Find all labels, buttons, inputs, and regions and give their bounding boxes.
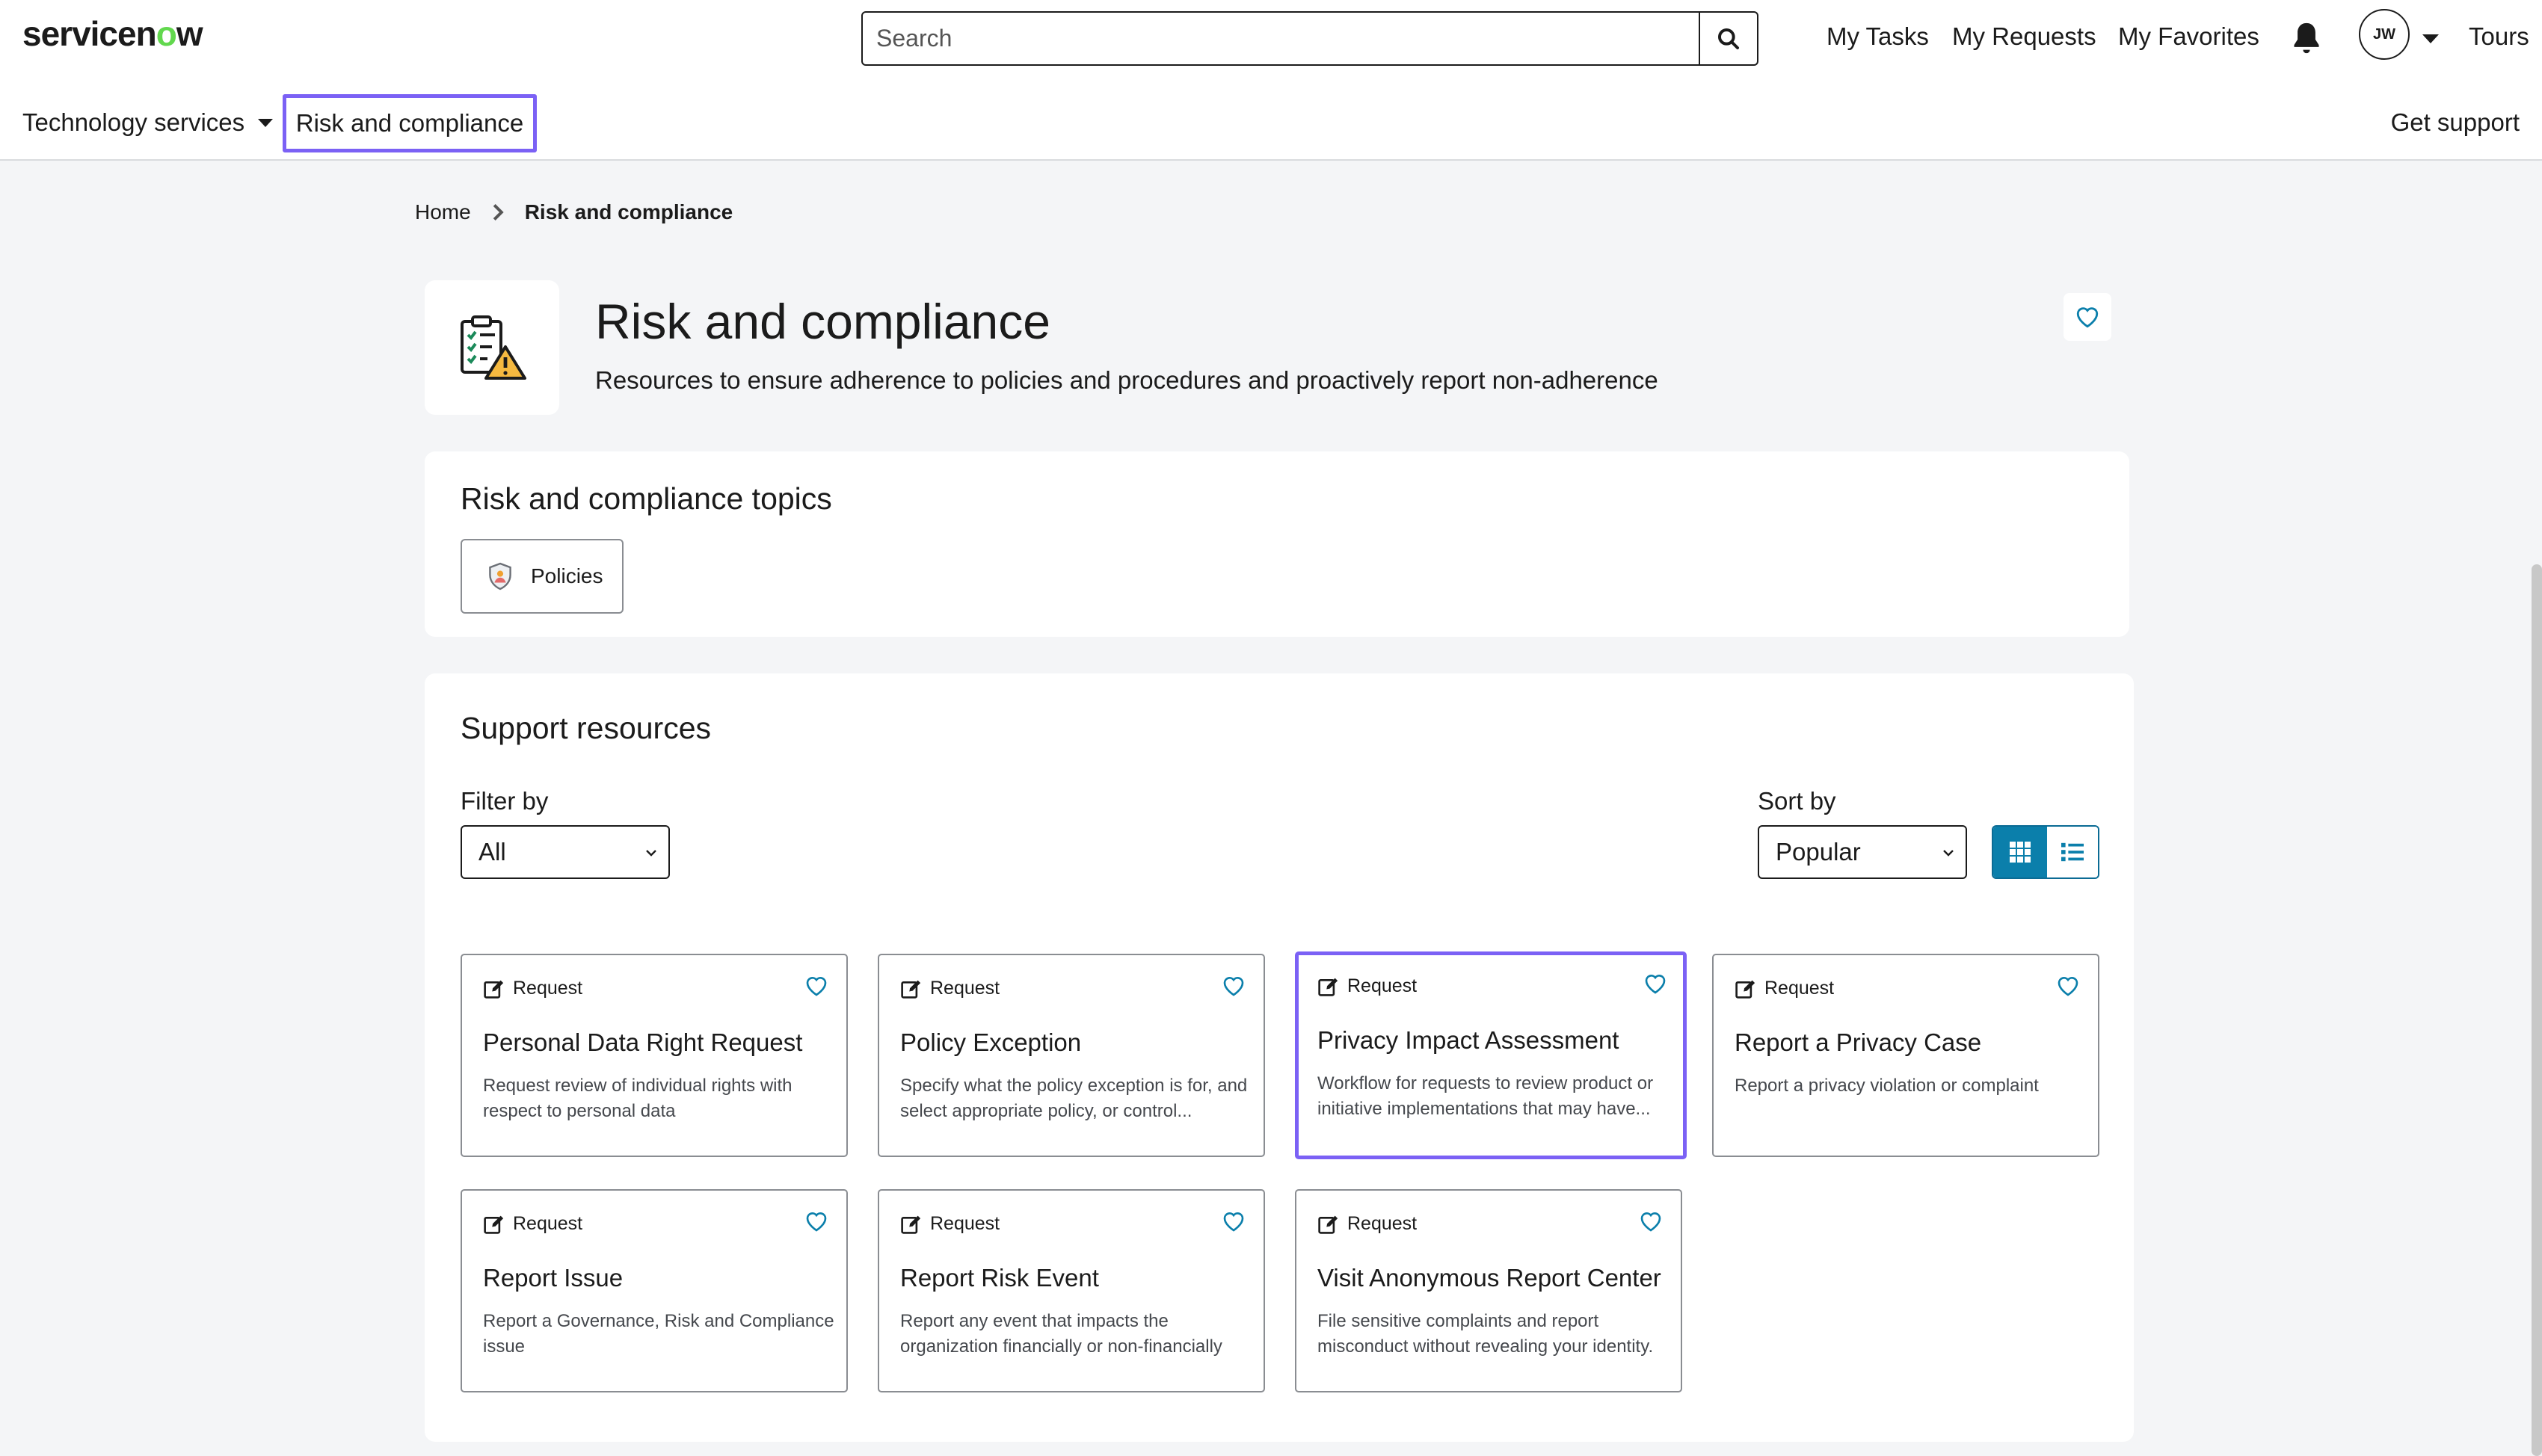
resource-type-label: Request: [513, 1213, 583, 1234]
grid-icon: [2010, 842, 2031, 863]
heart-icon[interactable]: [1639, 1210, 1663, 1233]
edit-form-icon: [484, 980, 504, 999]
top-header: servicenow My Tasks My Requests My Favor…: [0, 0, 2542, 161]
grid-view-button[interactable]: [1993, 827, 2047, 877]
sort-label: Sort by: [1758, 787, 1836, 815]
resource-type-label: Request: [930, 1213, 1000, 1234]
topic-policies-label: Policies: [531, 564, 603, 587]
resource-card[interactable]: Request Report Risk Event Report any eve…: [878, 1189, 1265, 1392]
resource-title[interactable]: Report Issue: [483, 1264, 623, 1292]
heart-icon[interactable]: [1222, 975, 1246, 997]
topic-policies[interactable]: Policies: [461, 539, 624, 614]
heart-icon[interactable]: [804, 1210, 828, 1233]
favorite-category-button[interactable]: [2064, 293, 2111, 341]
nav-technology-services-label: Technology services: [22, 108, 245, 136]
my-requests-link[interactable]: My Requests: [1952, 22, 2096, 51]
edit-form-icon: [901, 980, 921, 999]
heart-icon[interactable]: [2056, 975, 2080, 997]
nav-risk-and-compliance-label: Risk and compliance: [295, 109, 524, 137]
page-scrollbar[interactable]: [2532, 564, 2542, 1456]
resource-description: Report a Governance, Risk and Compliance…: [483, 1311, 834, 1357]
user-avatar[interactable]: JW: [2359, 9, 2410, 60]
heart-icon: [2076, 307, 2099, 328]
policy-shield-icon: [489, 562, 511, 590]
resource-type-label: Request: [1347, 975, 1418, 996]
edit-form-icon: [901, 1215, 921, 1234]
support-heading: Support resources: [461, 711, 712, 745]
topics-card: Risk and compliance topics Policies: [425, 451, 2129, 637]
resource-type: Request: [483, 1213, 582, 1235]
edit-form-icon: [1318, 978, 1338, 996]
topics-heading: Risk and compliance topics: [461, 481, 832, 516]
clipboard-warning-icon: [461, 315, 526, 380]
edit-form-icon: [1318, 1215, 1338, 1234]
category-icon-box: [425, 280, 559, 415]
resource-type: Request: [1317, 975, 1417, 997]
list-icon: [2061, 842, 2084, 862]
servicenow-logo[interactable]: servicenow: [22, 13, 203, 54]
resource-card[interactable]: Request Report a Privacy Case Report a p…: [1712, 954, 2099, 1157]
get-support-link[interactable]: Get support: [2391, 108, 2520, 137]
chevron-down-icon: [258, 118, 274, 127]
resource-description: Request review of individual rights with…: [483, 1076, 793, 1121]
avatar-caret-icon[interactable]: [2422, 34, 2439, 43]
resource-card[interactable]: Request Policy Exception Specify what th…: [878, 954, 1265, 1157]
filter-label: Filter by: [461, 787, 549, 815]
view-toggle: [1992, 825, 2099, 879]
resource-type-label: Request: [1347, 1213, 1418, 1234]
search-bar: [861, 11, 1758, 66]
breadcrumb-current: Risk and compliance: [524, 200, 733, 223]
resource-title[interactable]: Policy Exception: [900, 1028, 1081, 1057]
resource-type-label: Request: [513, 978, 583, 999]
filter-select[interactable]: All: [461, 825, 670, 879]
resource-description: Workflow for requests to review product …: [1317, 1073, 1654, 1119]
resource-description: Specify what the policy exception is for…: [900, 1076, 1248, 1121]
filter-select-value: All: [478, 838, 506, 866]
notifications-bell-icon[interactable]: [2290, 20, 2323, 56]
resource-type: Request: [900, 1213, 1000, 1235]
edit-form-icon: [1735, 980, 1755, 999]
resource-type-label: Request: [1764, 978, 1835, 999]
chevron-down-icon: [1943, 850, 1954, 857]
chevron-right-icon: [493, 203, 504, 221]
resource-title[interactable]: Privacy Impact Assessment: [1317, 1026, 1619, 1055]
support-resources-card: Support resources Filter by All Sort by …: [425, 673, 2134, 1442]
nav-risk-and-compliance[interactable]: Risk and compliance: [283, 94, 537, 152]
list-view-button[interactable]: [2047, 827, 2098, 877]
search-button[interactable]: [1699, 13, 1757, 64]
resource-card[interactable]: Request Visit Anonymous Report Center Fi…: [1295, 1189, 1682, 1392]
resource-description: Report a privacy violation or complaint: [1735, 1076, 2039, 1096]
nav-technology-services[interactable]: Technology services: [22, 108, 274, 137]
sort-select[interactable]: Popular: [1758, 825, 1967, 879]
my-favorites-link[interactable]: My Favorites: [2118, 22, 2259, 51]
page-subtitle: Resources to ensure adherence to policie…: [595, 366, 1658, 394]
edit-form-icon: [484, 1215, 504, 1234]
resource-type: Request: [483, 978, 582, 999]
resource-type-label: Request: [930, 978, 1000, 999]
resource-card-highlighted[interactable]: Request Privacy Impact Assessment Workfl…: [1295, 951, 1687, 1159]
chevron-down-icon: [646, 850, 656, 857]
sort-select-value: Popular: [1776, 838, 1861, 866]
page-title: Risk and compliance: [595, 294, 1050, 349]
tours-link[interactable]: Tours: [2469, 22, 2529, 51]
heart-icon[interactable]: [1643, 972, 1667, 995]
breadcrumb-home[interactable]: Home: [415, 200, 471, 224]
search-input[interactable]: [863, 13, 1699, 64]
breadcrumb: Home Risk and compliance: [415, 200, 733, 224]
resource-title[interactable]: Personal Data Right Request: [483, 1028, 802, 1057]
resource-card[interactable]: Request Personal Data Right Request Requ…: [461, 954, 848, 1157]
resource-type: Request: [1317, 1213, 1417, 1235]
resource-type: Request: [900, 978, 1000, 999]
resource-description: File sensitive complaints and report mis…: [1317, 1311, 1654, 1357]
resource-card[interactable]: Request Report Issue Report a Governance…: [461, 1189, 848, 1392]
heart-icon[interactable]: [804, 975, 828, 997]
my-tasks-link[interactable]: My Tasks: [1827, 22, 1929, 51]
resource-title[interactable]: Report Risk Event: [900, 1264, 1099, 1292]
heart-icon[interactable]: [1222, 1210, 1246, 1233]
resource-type: Request: [1735, 978, 1834, 999]
resource-title[interactable]: Visit Anonymous Report Center: [1317, 1264, 1661, 1292]
search-icon: [1718, 28, 1739, 49]
resource-title[interactable]: Report a Privacy Case: [1735, 1028, 1981, 1057]
resource-description: Report any event that impacts the organi…: [900, 1311, 1222, 1357]
